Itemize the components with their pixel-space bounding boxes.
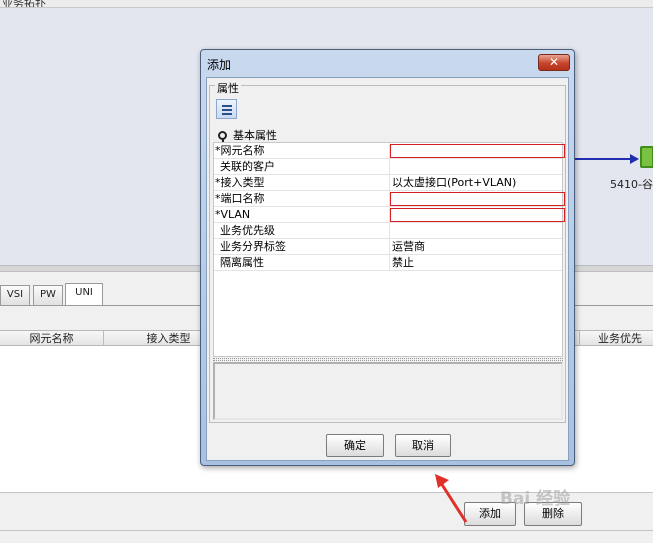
property-row-boundary-tag: 业务分界标签 运营商 — [214, 239, 562, 255]
add-dialog: 添加 ✕ 属性 基本属性 *网元名称 关联的客户 *接入类型 以太虚接口(Por… — [200, 49, 575, 466]
boundary-tag-select[interactable]: 运营商 — [391, 240, 563, 254]
close-icon[interactable]: ✕ — [538, 54, 570, 71]
topology-link-arrow — [630, 154, 639, 164]
customer-input[interactable] — [391, 160, 563, 174]
app-top-strip: 业务拓扑 — [0, 0, 653, 8]
property-name: 隔离属性 — [214, 255, 390, 271]
column-header-ne-name[interactable]: 网元名称 — [0, 331, 104, 346]
vlan-input[interactable] — [390, 208, 565, 222]
app-top-strip-label: 业务拓扑 — [2, 0, 46, 8]
dialog-title: 添加 — [207, 58, 232, 72]
properties-group-label: 属性 — [215, 80, 241, 96]
property-row-priority: 业务优先级 — [214, 223, 562, 239]
property-name: *网元名称 — [214, 143, 390, 159]
property-name: *VLAN — [214, 207, 390, 223]
property-table: *网元名称 关联的客户 *接入类型 以太虚接口(Port+VLAN) *端口名称… — [213, 142, 565, 357]
access-type-select[interactable]: 以太虚接口(Port+VLAN) — [391, 176, 563, 190]
topology-node-icon[interactable] — [640, 146, 653, 168]
dialog-title-bar[interactable]: 添加 ✕ — [201, 50, 574, 76]
description-box — [213, 362, 563, 420]
property-row-port-name: *端口名称 — [214, 191, 565, 207]
property-name: 业务分界标签 — [214, 239, 390, 255]
property-name: *接入类型 — [214, 175, 390, 191]
property-row-vlan: *VLAN — [214, 207, 565, 223]
port-name-input[interactable] — [390, 192, 565, 206]
cancel-button[interactable]: 取消 — [395, 434, 451, 457]
basic-properties-section[interactable]: 基本属性 — [218, 127, 277, 144]
property-name: 关联的客户 — [214, 159, 390, 175]
tab-uni[interactable]: UNI — [65, 283, 103, 305]
dialog-body: 属性 基本属性 *网元名称 关联的客户 *接入类型 以太虚接口(Port+VLA… — [206, 77, 569, 461]
property-row-ne-name: *网元名称 — [214, 143, 565, 159]
list-view-icon[interactable] — [216, 99, 237, 119]
topology-node-label: 5410-谷 — [610, 178, 653, 191]
property-row-customer: 关联的客户 — [214, 159, 562, 175]
tab-pw[interactable]: PW — [33, 285, 63, 305]
tab-vsi[interactable]: VSI — [0, 285, 30, 305]
properties-group: 属性 基本属性 *网元名称 关联的客户 *接入类型 以太虚接口(Port+VLA… — [209, 80, 566, 423]
ok-button[interactable]: 确定 — [326, 434, 384, 457]
ne-name-input[interactable] — [390, 144, 565, 158]
pane-splitter[interactable] — [213, 358, 563, 361]
property-row-isolation: 隔离属性 禁止 — [214, 255, 562, 271]
isolation-select[interactable]: 禁止 — [391, 256, 563, 270]
watermark: Bai 经验 — [500, 489, 571, 509]
property-name: 业务优先级 — [214, 223, 390, 239]
basic-properties-label: 基本属性 — [233, 129, 277, 142]
priority-input[interactable] — [391, 224, 563, 238]
bottom-separator — [0, 530, 653, 531]
column-header-priority[interactable]: 业务优先 — [580, 331, 653, 346]
property-name: *端口名称 — [214, 191, 390, 207]
property-row-access-type: *接入类型 以太虚接口(Port+VLAN) — [214, 175, 562, 191]
pin-icon — [218, 131, 227, 144]
